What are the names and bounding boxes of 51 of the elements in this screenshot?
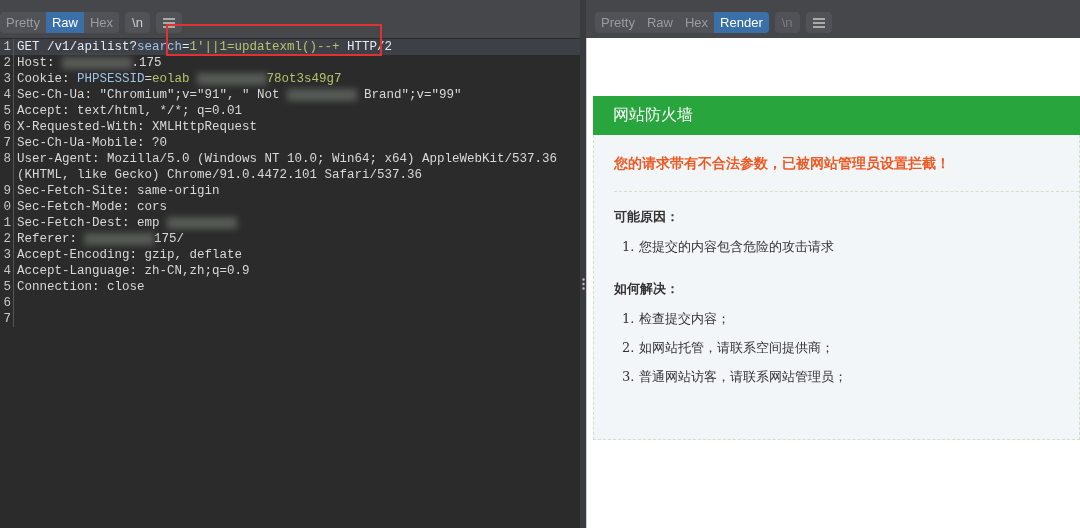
list-item: 2. 如网站托管，请联系空间提供商； [621, 339, 835, 357]
line-number: 2 [0, 231, 14, 247]
menu-icon [162, 17, 175, 28]
grip-icon [581, 278, 585, 290]
line-number: 1 [0, 39, 14, 55]
code-line: Sec-Fetch-Mode: cors [16, 199, 169, 215]
code-line: Sec-Fetch-Site: same-origin [16, 183, 221, 199]
menu-button[interactable] [155, 12, 182, 33]
code-line: X-Requested-With: XMLHttpRequest [16, 119, 259, 135]
alert-message: 您的请求带有不合法参数，已被网站管理员设置拦截！ [614, 155, 951, 173]
line-number: 6 [0, 295, 14, 311]
line-number: 3 [0, 247, 14, 263]
line-number: 4 [0, 263, 14, 279]
view-tab[interactable]: Pretty [595, 12, 641, 33]
list-item: 3. 普通网站访客，请联系网站管理员； [621, 368, 848, 386]
menu-icon [812, 17, 825, 28]
newline-toggle[interactable]: \n [125, 12, 150, 33]
line-number: 8 [0, 151, 14, 183]
line-number: 5 [0, 279, 14, 295]
code-line: Cookie: PHPSESSID=eolab 78ot3s49g7 [16, 71, 343, 87]
code-line: Accept-Language: zh-CN,zh;q=0.9 [16, 263, 251, 279]
line-number: 0 [0, 199, 14, 215]
menu-button[interactable] [805, 12, 832, 33]
code-line: Accept: text/html, */*; q=0.01 [16, 103, 244, 119]
code-line: Sec-Fetch-Dest: emp [14, 215, 579, 231]
line-number: 9 [0, 183, 14, 199]
code-line: Referer: 175/ [16, 231, 186, 247]
list-item: 1. 您提交的内容包含危险的攻击请求 [621, 238, 835, 256]
section-heading: 如何解决： [614, 280, 680, 298]
view-tab[interactable]: Hex [679, 12, 715, 33]
line-number: 2 [0, 55, 14, 71]
view-tab[interactable]: Render [714, 12, 769, 33]
code-line: Sec-Ch-Ua: "Chromium";v="91", " Not Brand";v="99" [16, 87, 463, 103]
line-number: 7 [0, 135, 14, 151]
line-number: 7 [0, 311, 14, 327]
code-line: Sec-Ch-Ua-Mobile: ?0 [16, 135, 169, 151]
code-line: Host: .175 [16, 55, 163, 71]
line-number: 3 [0, 71, 14, 87]
view-tab[interactable]: Raw [640, 12, 679, 33]
code-line: Connection: close [16, 279, 146, 295]
view-tab[interactable]: Hex [84, 12, 120, 33]
list-item: 1. 检查提交内容； [621, 310, 731, 328]
view-tab[interactable]: Pretty [0, 12, 46, 33]
section-heading: 可能原因： [614, 208, 680, 226]
line-number: 6 [0, 119, 14, 135]
view-tab[interactable]: Raw [45, 12, 84, 33]
firewall-header: 网站防火墙 [593, 96, 1080, 135]
line-number: 1 [0, 215, 14, 231]
line-number: 4 [0, 87, 14, 103]
line-number: 5 [0, 103, 14, 119]
code-line: Accept-Encoding: gzip, deflate [16, 247, 244, 263]
